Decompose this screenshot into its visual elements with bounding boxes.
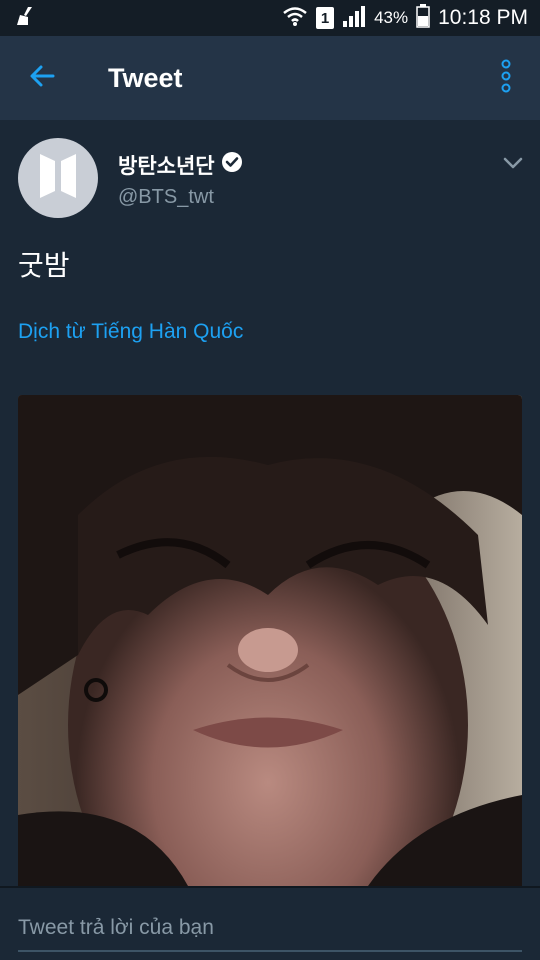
tweet-header: 방탄소년단 @BTS_twt	[18, 138, 528, 220]
tweet-photo[interactable]	[18, 395, 522, 886]
arrow-left-icon	[28, 62, 56, 95]
battery-percent: 43%	[374, 8, 409, 27]
broom-icon	[14, 5, 36, 32]
signal-strength-icon	[342, 5, 366, 32]
status-bar: 1 43% 10:18 PM	[0, 0, 540, 36]
page-title: Tweet	[108, 62, 183, 93]
wifi-icon	[282, 5, 308, 32]
translate-link[interactable]: Dịch từ Tiếng Hàn Quốc	[18, 320, 243, 344]
photo-image	[18, 395, 522, 886]
tweet-detail: 방탄소년단 @BTS_twt 굿밤 Dịch từ Tiếng Hàn Quốc	[0, 120, 540, 886]
tweet-text: 굿밤	[18, 250, 70, 281]
battery-icon	[416, 3, 430, 33]
bts-logo-icon	[38, 153, 78, 203]
chevron-down-icon	[500, 157, 526, 180]
reply-bar	[0, 886, 540, 960]
display-name-text: 방탄소년단	[118, 155, 215, 178]
clock: 10:18 PM	[438, 6, 528, 29]
tweet-options-button[interactable]	[500, 150, 526, 176]
avatar[interactable]	[18, 138, 98, 218]
display-name[interactable]: 방탄소년단	[118, 150, 243, 180]
reply-input[interactable]	[18, 906, 522, 952]
sim-card-icon: 1	[316, 7, 335, 29]
back-button[interactable]	[0, 36, 84, 120]
more-vertical-icon	[500, 59, 512, 98]
more-options-button[interactable]	[472, 36, 540, 120]
verified-badge-icon	[221, 151, 243, 179]
user-handle[interactable]: @BTS_twt	[118, 186, 214, 209]
top-toolbar: Tweet	[0, 36, 540, 120]
